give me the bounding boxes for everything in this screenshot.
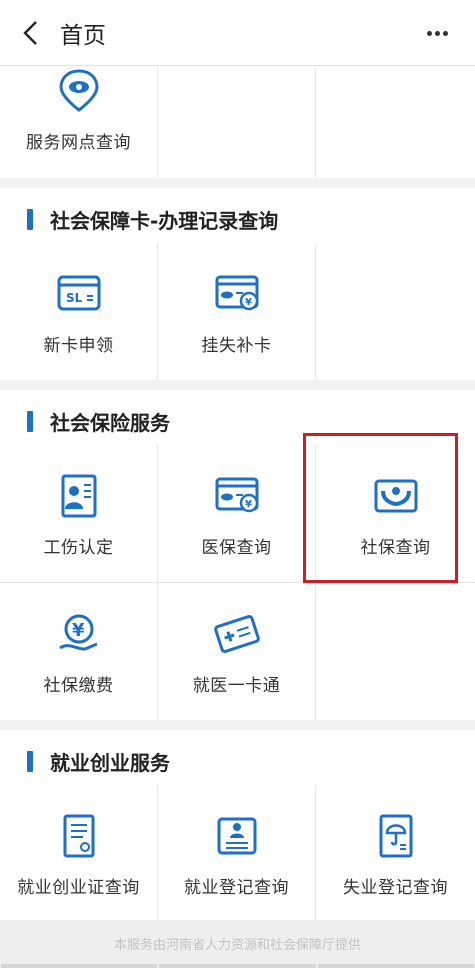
grid-item-payment[interactable]: ¥ 社保缴费	[0, 583, 157, 720]
grid-empty-cell	[316, 583, 475, 720]
grid-empty-cell	[316, 243, 475, 380]
grid-item-label: 社保缴费	[43, 676, 114, 696]
grid-item-unemployment-register[interactable]: 失业登记查询	[316, 785, 475, 920]
grid-item-label: 服务网点查询	[26, 133, 131, 153]
section-title: 社会保障卡-办理记录查询	[50, 209, 279, 233]
grid-empty-cell	[158, 66, 315, 178]
highlight-box	[303, 433, 458, 583]
grid-item-label: 医保查询	[201, 538, 272, 558]
section-header-employment: 就业创业服务	[0, 730, 475, 793]
grid-item-label: 就医一卡通	[192, 676, 281, 696]
grid-item-employment-cert[interactable]: 就业创业证查询	[0, 785, 157, 920]
grid-item-employment-register[interactable]: 就业登记查询	[158, 785, 315, 920]
grid-item-label: 挂失补卡	[201, 336, 272, 356]
card-yuan-icon: ¥	[215, 477, 258, 513]
back-arrow-icon[interactable]	[20, 20, 42, 46]
yuan-hand-icon: ¥	[58, 614, 98, 651]
grid-item-label: 新卡申领	[43, 336, 114, 356]
grid-social-card: SL 新卡申领 ¥ 挂失补卡	[0, 243, 475, 380]
section-title: 就业创业服务	[50, 751, 170, 775]
grid-item-label: 就业登记查询	[184, 878, 289, 898]
grid-item-new-card[interactable]: SL 新卡申领	[0, 243, 157, 380]
umbrella-doc-icon	[379, 814, 412, 858]
grid-empty-cell	[316, 66, 475, 178]
page-title: 首页	[60, 23, 106, 49]
footer-text: 本服务由河南省人力资源和社会保障厅提供	[113, 938, 361, 953]
card-yuan-icon: ¥	[215, 275, 258, 311]
svg-text:SL: SL	[66, 291, 83, 305]
grid-item-medical-query[interactable]: ¥ 医保查询	[158, 445, 315, 582]
footer: 本服务由河南省人力资源和社会保障厅提供	[0, 920, 475, 968]
grid-item-report-loss[interactable]: ¥ 挂失补卡	[158, 243, 315, 380]
section-accent-bar	[27, 751, 33, 772]
register-icon	[217, 817, 256, 855]
section-accent-bar	[27, 209, 33, 230]
footer-tab-strip	[0, 964, 475, 968]
grid-item-label: 就业创业证查询	[17, 878, 140, 898]
section-accent-bar	[27, 411, 33, 432]
svg-text:¥: ¥	[245, 499, 252, 510]
injury-doc-icon	[61, 474, 96, 518]
certificate-icon	[63, 814, 94, 858]
section-title: 社会保险服务	[50, 411, 170, 435]
medical-card-icon	[213, 615, 260, 653]
sl-card-icon: SL	[57, 275, 100, 311]
section-header-social-card: 社会保障卡-办理记录查询	[0, 188, 475, 251]
grid-item-injury[interactable]: 工伤认定	[0, 445, 157, 582]
location-eye-icon	[58, 69, 99, 112]
top-bar: 首页	[0, 0, 475, 66]
grid-item-service-outlet[interactable]: 服务网点查询	[0, 66, 157, 178]
top-grid: 服务网点查询	[0, 66, 475, 178]
grid-item-medical-card[interactable]: 就医一卡通	[158, 583, 315, 720]
svg-text:¥: ¥	[72, 620, 85, 641]
grid-item-label: 失业登记查询	[343, 878, 448, 898]
more-dots-icon[interactable]	[427, 21, 453, 45]
grid-employment: 就业创业证查询 就业登记查询 失业登记查询	[0, 785, 475, 920]
svg-text:¥: ¥	[245, 297, 252, 308]
grid-item-label: 工伤认定	[43, 538, 114, 558]
